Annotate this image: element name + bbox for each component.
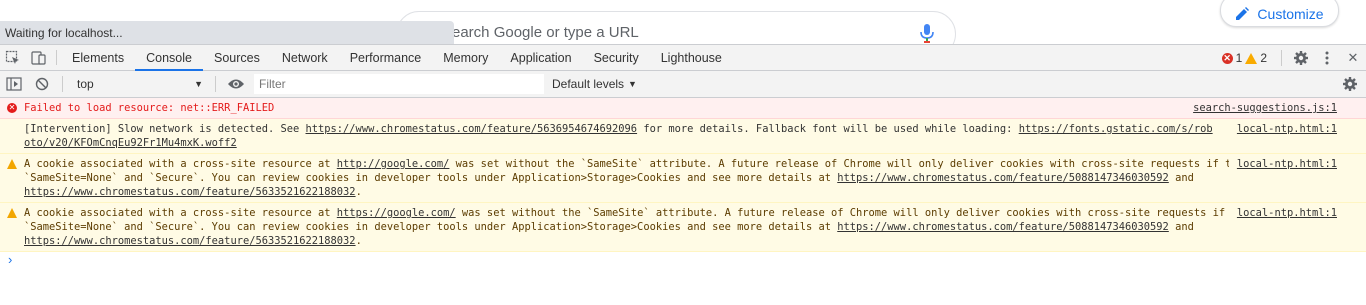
context-selector[interactable]: top ▼: [69, 71, 209, 97]
page-strip: earch Google or type a URL Customize Wai…: [0, 0, 1366, 44]
issues-counter[interactable]: ✕ 1 2: [1221, 51, 1267, 65]
console-settings-button[interactable]: [1342, 76, 1358, 95]
console-toolbar: top ▼ Default levels ▼: [0, 71, 1366, 98]
context-value: top: [77, 77, 94, 91]
warning-icon: [1245, 52, 1258, 64]
tab-label: Application: [510, 50, 572, 65]
tab-label: Sources: [213, 50, 260, 65]
block-icon: [35, 77, 49, 91]
tab-lighthouse[interactable]: Lighthouse: [650, 45, 733, 70]
gear-icon: [1294, 51, 1308, 65]
customize-label: Customize: [1257, 5, 1324, 22]
warning-icon: [7, 208, 17, 218]
tab-label: Security: [593, 50, 639, 65]
devtools-tabbar: Elements Console Sources Network Perform…: [0, 44, 1366, 71]
source-link[interactable]: local-ntp.html:1: [1228, 122, 1337, 136]
device-toolbar-button[interactable]: [26, 45, 52, 70]
console-messages: ✕ Failed to load resource: net::ERR_FAIL…: [0, 98, 1366, 252]
inspect-element-button[interactable]: [0, 45, 26, 70]
tab-label: Console: [146, 50, 192, 65]
message-text: Failed to load resource: net::ERR_FAILED: [24, 102, 275, 114]
message-link[interactable]: http://google.com/: [337, 158, 450, 170]
microphone-icon[interactable]: [920, 24, 934, 44]
tab-label: Elements: [72, 50, 125, 65]
live-expression-button[interactable]: [222, 71, 250, 97]
tabbar-right-divider: [1281, 50, 1282, 66]
error-icon: ✕: [7, 103, 17, 113]
close-icon: ✕: [1347, 50, 1359, 65]
tabbar-divider: [56, 50, 57, 65]
tab-performance[interactable]: Performance: [339, 45, 433, 70]
error-count: 1: [1235, 51, 1243, 65]
toolbar-divider: [215, 76, 216, 92]
message-text: [Intervention] Slow network is detected.…: [24, 123, 306, 135]
error-icon: ✕: [1221, 52, 1233, 64]
prompt-chevron-icon: ›: [8, 252, 13, 267]
sidebar-toggle-button[interactable]: [0, 71, 28, 97]
message-text: A cookie associated with a cross-site re…: [24, 158, 337, 170]
dropdown-arrow-icon: ▼: [194, 79, 203, 89]
settings-button[interactable]: [1288, 50, 1314, 66]
customize-button[interactable]: Customize: [1220, 0, 1339, 27]
filter-input[interactable]: [254, 74, 544, 94]
close-devtools-button[interactable]: ✕: [1340, 50, 1366, 66]
status-bubble: Waiting for localhost...: [0, 21, 454, 44]
tabbar-right-controls: ✕ 1 2 ✕: [1221, 45, 1366, 71]
message-link[interactable]: https://www.chromestatus.com/feature/508…: [837, 221, 1169, 233]
gear-icon: [1343, 77, 1357, 91]
warning-count: 2: [1260, 51, 1267, 65]
message-link[interactable]: https://www.chromestatus.com/feature/563…: [306, 123, 638, 135]
message-link[interactable]: https://www.chromestatus.com/feature/563…: [24, 235, 356, 247]
tab-label: Memory: [443, 50, 489, 65]
console-message-error: ✕ Failed to load resource: net::ERR_FAIL…: [0, 98, 1366, 119]
console-message-warning: A cookie associated with a cross-site re…: [0, 154, 1366, 203]
message-link[interactable]: https://google.com/: [337, 207, 456, 219]
toolbar-divider: [62, 76, 63, 92]
sidebar-icon: [6, 77, 22, 91]
tab-label: Performance: [349, 50, 422, 65]
tab-application[interactable]: Application: [499, 45, 582, 70]
tab-elements[interactable]: Elements: [61, 45, 135, 70]
message-text: and: [1168, 221, 1194, 233]
device-icon: [31, 50, 46, 65]
tab-console[interactable]: Console: [135, 45, 203, 71]
console-message-warning: A cookie associated with a cross-site re…: [0, 203, 1366, 252]
vertical-ellipsis-icon: [1325, 51, 1329, 65]
tab-sources[interactable]: Sources: [203, 45, 271, 70]
message-text: .: [355, 186, 362, 198]
tab-network[interactable]: Network: [271, 45, 339, 70]
tab-label: Lighthouse: [660, 50, 722, 65]
eye-icon: [228, 79, 244, 89]
status-text: Waiting for localhost...: [5, 26, 123, 40]
inspect-icon: [5, 50, 19, 64]
console-message-intervention: [Intervention] Slow network is detected.…: [0, 119, 1366, 154]
tab-memory[interactable]: Memory: [432, 45, 499, 70]
warning-icon: [7, 159, 17, 169]
log-levels-dropdown[interactable]: Default levels ▼: [552, 77, 637, 91]
message-link[interactable]: https://www.chromestatus.com/feature/563…: [24, 186, 356, 198]
more-options-button[interactable]: [1314, 50, 1340, 66]
message-text: A cookie associated with a cross-site re…: [24, 207, 337, 219]
pencil-icon: [1236, 6, 1250, 20]
message-text: and: [1168, 172, 1194, 184]
tab-security[interactable]: Security: [583, 45, 650, 70]
source-link[interactable]: local-ntp.html:1: [1228, 206, 1337, 220]
tab-label: Network: [281, 50, 328, 65]
dropdown-arrow-icon: ▼: [628, 79, 637, 89]
source-link[interactable]: local-ntp.html:1: [1228, 157, 1337, 171]
search-box-placeholder[interactable]: earch Google or type a URL: [452, 24, 639, 41]
console-prompt[interactable]: ›: [8, 252, 12, 267]
message-text: .: [355, 235, 362, 247]
clear-console-button[interactable]: [28, 71, 56, 97]
levels-label: Default levels: [552, 77, 625, 91]
message-link[interactable]: https://www.chromestatus.com/feature/508…: [837, 172, 1169, 184]
source-link[interactable]: search-suggestions.js:1: [1185, 101, 1337, 115]
message-text: for more details. Fallback font will be …: [637, 123, 1019, 135]
